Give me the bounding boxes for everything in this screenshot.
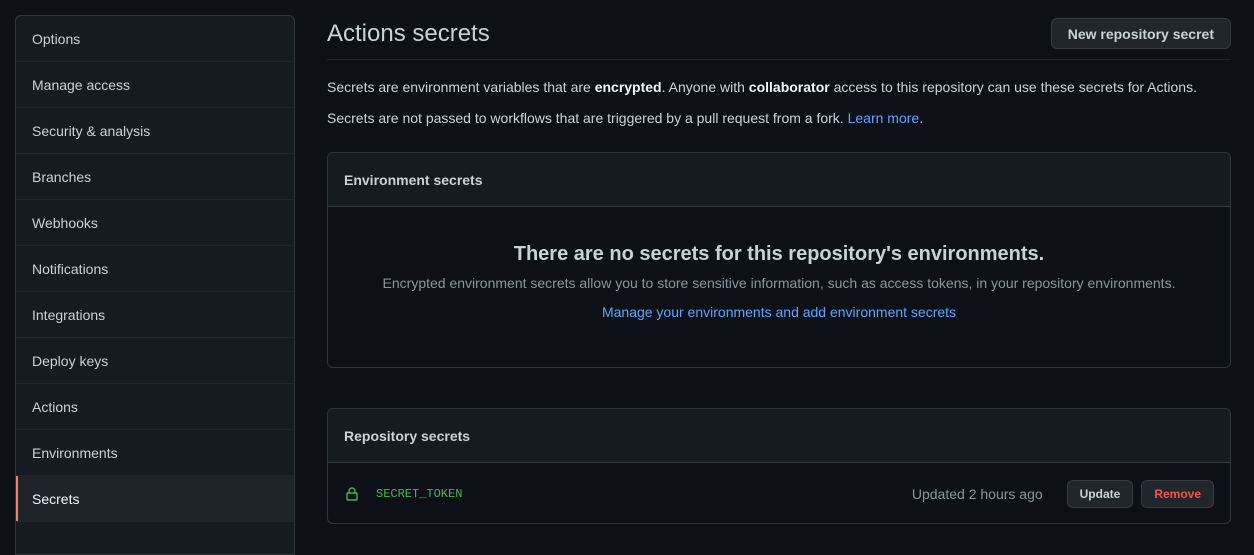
environment-secrets-box: Environment secrets There are no secrets… (327, 152, 1231, 368)
sidebar-item-label: Options (32, 30, 81, 47)
sidebar-item-integrations[interactable]: Integrations (16, 292, 294, 338)
sidebar-item-webhooks[interactable]: Webhooks (16, 200, 294, 246)
learn-more-link[interactable]: Learn more (848, 110, 920, 126)
update-secret-button[interactable]: Update (1066, 480, 1134, 508)
description-emphasis-encrypted: encrypted (594, 79, 662, 95)
sidebar-item-secrets[interactable]: Secrets (16, 476, 294, 522)
environment-secrets-blankslate: There are no secrets for this repository… (328, 207, 1230, 320)
repository-secrets-header: Repository secrets (328, 409, 1230, 463)
manage-environments-link[interactable]: Manage your environments and add environ… (328, 304, 1230, 320)
sidebar-item-branches[interactable]: Branches (16, 154, 294, 200)
fork-note: Secrets are not passed to workflows that… (327, 108, 923, 128)
secret-row: SECRET_TOKEN Updated 2 hours ago Update … (328, 463, 1230, 523)
sidebar-item-manage-access[interactable]: Manage access (16, 62, 294, 108)
sidebar-item-label: Deploy keys (32, 352, 109, 369)
secrets-description: Secrets are environment variables that a… (327, 77, 1197, 97)
sidebar-item-label: Security & analysis (32, 122, 151, 139)
sidebar-item-label: Environments (32, 444, 118, 461)
sidebar-item-label: Webhooks (32, 214, 98, 231)
description-emphasis-collaborator: collaborator (748, 79, 830, 95)
description-text: Secrets are environment variables that a… (327, 79, 595, 95)
page-header: Actions secrets New repository secret (327, 0, 1231, 60)
sidebar-item-security-analysis[interactable]: Security & analysis (16, 108, 294, 154)
secret-updated-time: Updated 2 hours ago (911, 486, 1043, 502)
remove-secret-button[interactable]: Remove (1141, 480, 1214, 508)
sidebar-item-label: Branches (32, 168, 92, 185)
description-text: . Anyone with (661, 79, 749, 95)
settings-sidebar: Options Manage access Security & analysi… (15, 15, 295, 555)
fork-note-text: Secrets are not passed to workflows that… (327, 110, 848, 126)
environment-secrets-header: Environment secrets (328, 153, 1230, 207)
repository-secrets-box: Repository secrets SECRET_TOKEN Updated … (327, 408, 1231, 524)
page-title: Actions secrets (327, 20, 490, 47)
sidebar-item-options[interactable]: Options (16, 16, 294, 62)
description-text: access to this repository can use these … (829, 79, 1197, 95)
sidebar-item-label: Manage access (32, 76, 131, 93)
empty-state-description: Encrypted environment secrets allow you … (382, 275, 1176, 291)
fork-note-period: . (919, 110, 924, 126)
sidebar-item-label: Actions (32, 398, 78, 415)
new-repository-secret-button[interactable]: New repository secret (1050, 18, 1231, 49)
sidebar-item-label: Integrations (32, 306, 106, 323)
secret-name: SECRET_TOKEN (376, 487, 463, 501)
main-content: Actions secrets New repository secret Se… (327, 0, 1231, 524)
sidebar-item-environments[interactable]: Environments (16, 430, 294, 476)
sidebar-item-label: Notifications (32, 260, 109, 277)
empty-state-title: There are no secrets for this repository… (513, 243, 1045, 265)
lock-icon (344, 486, 360, 502)
sidebar-item-label: Secrets (32, 490, 80, 507)
sidebar-item-notifications[interactable]: Notifications (16, 246, 294, 292)
sidebar-item-actions[interactable]: Actions (16, 384, 294, 430)
sidebar-item-deploy-keys[interactable]: Deploy keys (16, 338, 294, 384)
